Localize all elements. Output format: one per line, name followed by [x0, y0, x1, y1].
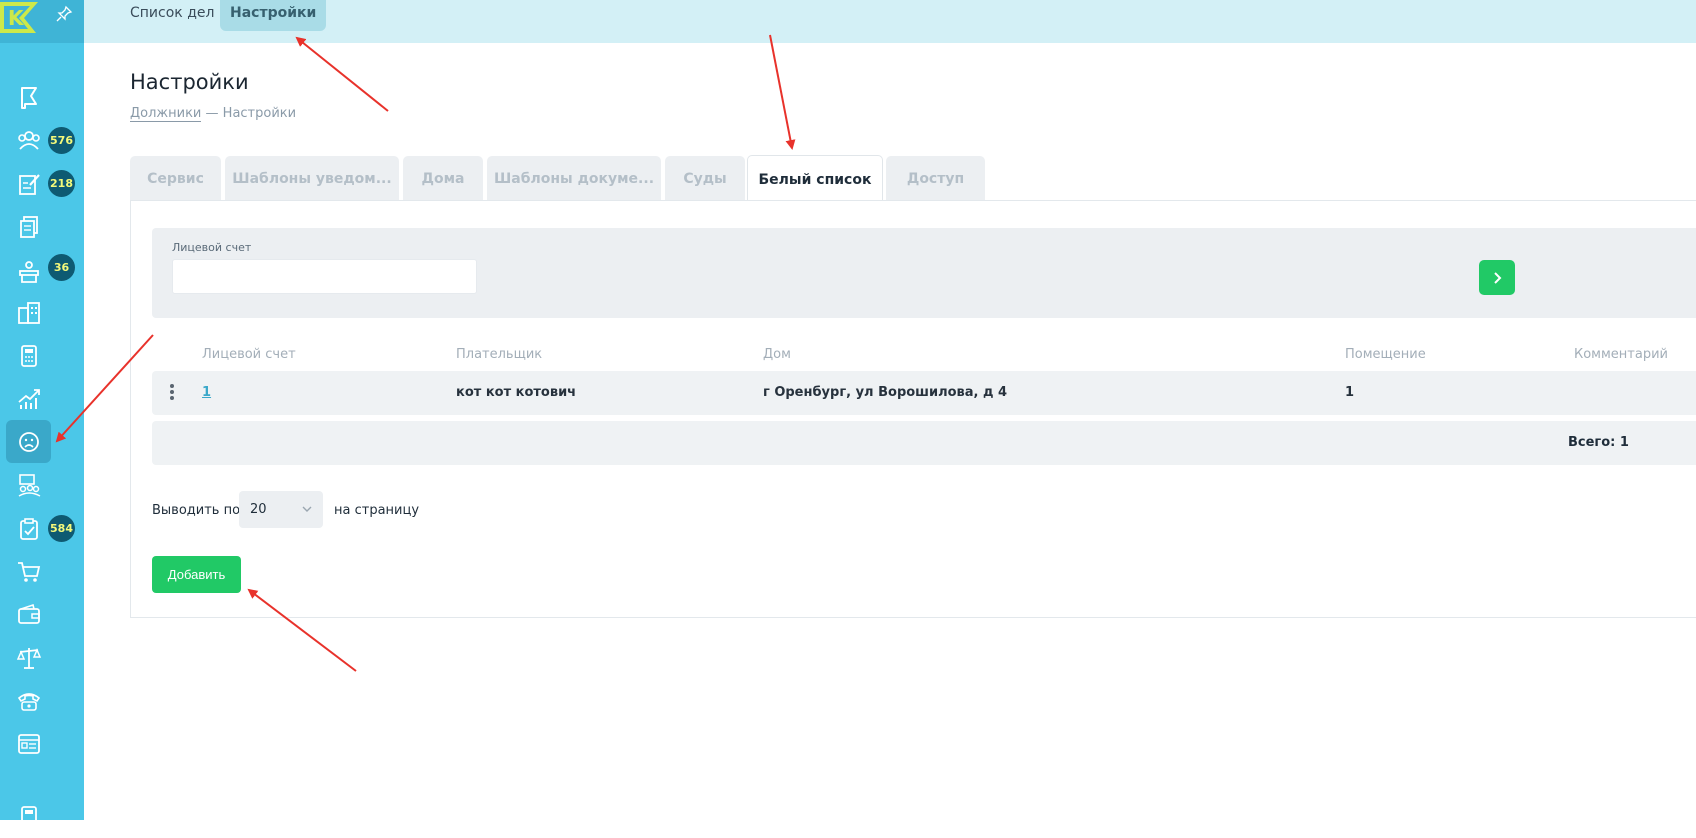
tab-access[interactable]: Доступ — [886, 156, 985, 201]
card-window-icon — [17, 733, 40, 754]
cell-room: 1 — [1345, 385, 1355, 400]
arrow-to-settings-tab — [295, 36, 389, 112]
sidebar-item-scales[interactable] — [6, 636, 51, 679]
wallet-icon — [17, 603, 40, 624]
cases-count-badge: 218 — [48, 170, 75, 197]
tab-courts[interactable]: Суды — [665, 156, 745, 201]
debtors-count-badge: 576 — [48, 127, 75, 154]
breadcrumb: Должники — Настройки — [130, 106, 297, 122]
table-total: Всего: 1 — [1568, 435, 1629, 450]
per-page-select[interactable]: 20 — [239, 491, 323, 528]
edit-document-icon — [18, 173, 40, 195]
filter-account-input[interactable] — [172, 259, 477, 294]
team-icon — [18, 473, 40, 497]
apply-filter-button[interactable] — [1479, 260, 1515, 295]
page-title: Настройки — [130, 70, 249, 94]
chevron-down-icon — [302, 506, 312, 512]
breadcrumb-current: Настройки — [222, 106, 297, 121]
buildings-icon — [17, 301, 40, 324]
tab-whitelist[interactable]: Белый список — [747, 155, 883, 203]
sidebar-item-wallet[interactable] — [6, 593, 51, 636]
per-page-label: Выводить по — [152, 503, 241, 518]
logo-letter: K — [8, 6, 25, 30]
sidebar-item-cart[interactable] — [6, 550, 51, 593]
cell-payer: кот кот котович — [456, 385, 577, 400]
column-header-room[interactable]: Помещение — [1345, 347, 1426, 362]
top-tab-task-list[interactable]: Список дел — [120, 0, 224, 31]
tab-service[interactable]: Сервис — [130, 156, 221, 201]
sidebar-item-team[interactable] — [6, 463, 51, 506]
sidebar: K 576 218 36 584 — [0, 0, 84, 828]
topbar: Список дел Настройки — [84, 0, 1696, 43]
scales-icon — [16, 647, 41, 669]
sidebar-item-device[interactable] — [6, 795, 51, 838]
breadcrumb-link-debtors[interactable]: Должники — [130, 106, 202, 122]
column-header-payer[interactable]: Плательщик — [456, 347, 542, 362]
logo-icon[interactable]: K — [0, 0, 40, 35]
chevron-right-icon — [1494, 271, 1502, 284]
sidebar-item-sad[interactable] — [6, 420, 51, 463]
cell-account-link[interactable]: 1 — [202, 371, 211, 415]
pin-icon[interactable] — [55, 5, 73, 23]
sidebar-item-buildings[interactable] — [6, 291, 51, 334]
sidebar-item-phone[interactable] — [6, 679, 51, 722]
logo-block: K — [0, 0, 84, 43]
add-button[interactable]: Добавить — [152, 556, 241, 593]
sidebar-item-cases[interactable] — [6, 162, 51, 205]
documents-icon — [19, 215, 38, 238]
court-count-badge: 36 — [48, 254, 75, 281]
per-page-value: 20 — [250, 502, 267, 517]
column-header-account[interactable]: Лицевой счет — [202, 347, 296, 362]
device-icon — [20, 805, 37, 828]
tab-notification-templates[interactable]: Шаблоны уведом... — [225, 156, 399, 201]
sidebar-item-tasks[interactable] — [6, 507, 51, 550]
court-icon — [18, 260, 39, 283]
sidebar-item-debtors[interactable] — [6, 118, 51, 161]
breadcrumb-separator: — — [205, 106, 219, 121]
table-total-row: Всего: 1 — [152, 421, 1696, 465]
sad-face-icon — [18, 431, 39, 452]
whitelist-panel: Лицевой счет Лицевой счет Плательщик Дом… — [130, 200, 1696, 618]
calculator-icon — [20, 344, 37, 367]
top-tab-settings[interactable]: Настройки — [220, 0, 327, 31]
table-row: 1 кот кот котович г Оренбург, ул Ворошил… — [152, 371, 1696, 415]
sidebar-item-court[interactable] — [6, 250, 51, 293]
sidebar-item-flag[interactable] — [6, 75, 51, 118]
chart-growth-icon — [17, 388, 40, 409]
filter-account-label: Лицевой счет — [172, 241, 252, 254]
tasks-count-badge: 584 — [48, 515, 75, 542]
sidebar-item-documents[interactable] — [6, 205, 51, 248]
per-page-suffix: на страницу — [334, 503, 420, 518]
column-header-comment[interactable]: Комментарий — [1574, 347, 1668, 362]
cart-icon — [17, 561, 40, 582]
row-menu-icon[interactable] — [169, 383, 175, 403]
sidebar-item-analytics[interactable] — [6, 377, 51, 420]
phone-icon — [17, 692, 40, 711]
sidebar-item-card[interactable] — [6, 722, 51, 765]
flag-icon — [20, 86, 37, 109]
clipboard-check-icon — [19, 517, 38, 540]
sidebar-item-calculator[interactable] — [6, 334, 51, 377]
tab-document-templates[interactable]: Шаблоны докуме... — [487, 156, 661, 201]
filter-bar: Лицевой счет — [152, 228, 1696, 318]
users-group-icon — [17, 130, 40, 150]
tab-houses[interactable]: Дома — [403, 156, 483, 201]
column-header-house[interactable]: Дом — [763, 347, 791, 362]
arrow-to-whitelist-tab — [769, 34, 796, 150]
cell-house: г Оренбург, ул Ворошилова, д 4 — [763, 385, 1008, 400]
